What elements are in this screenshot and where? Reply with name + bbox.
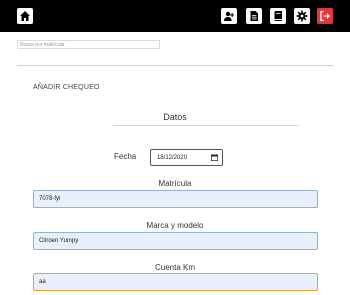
- calendar-icon[interactable]: [211, 154, 218, 161]
- gear-icon: [296, 10, 308, 22]
- matricula-label: Matrícula: [158, 179, 192, 188]
- marca-modelo-value: Citroen Yumpy: [39, 238, 79, 244]
- fecha-label: Fecha: [114, 152, 137, 161]
- matricula-value: 7078-fyl: [39, 196, 61, 202]
- marca-modelo-label: Marca y modelo: [146, 221, 204, 230]
- home-button[interactable]: [17, 8, 33, 24]
- fecha-date-input[interactable]: 18/12/2020: [150, 149, 223, 166]
- cuenta-km-input[interactable]: aa: [33, 273, 318, 291]
- home-icon: [20, 11, 30, 21]
- document-icon: [250, 11, 258, 21]
- top-navbar: [0, 0, 350, 32]
- settings-button[interactable]: [294, 8, 310, 24]
- search-input[interactable]: Busca por matrícula: [17, 40, 160, 49]
- logout-icon: [320, 10, 330, 22]
- cuenta-km-label: Cuenta Km: [154, 263, 196, 272]
- fecha-value: 18/12/2020: [157, 154, 188, 161]
- section-title: AÑADIR CHEQUEO: [33, 84, 100, 91]
- cuenta-km-value: aa: [39, 279, 46, 285]
- document-button[interactable]: [246, 8, 262, 24]
- heading-divider: [113, 125, 299, 126]
- add-user-button[interactable]: [221, 8, 237, 24]
- marca-modelo-input[interactable]: Citroen Yumpy: [33, 232, 318, 250]
- divider: [17, 65, 333, 66]
- book-button[interactable]: [270, 8, 286, 24]
- book-icon: [274, 11, 282, 21]
- logout-button[interactable]: [317, 8, 333, 24]
- add-user-icon: [224, 11, 235, 21]
- form-heading: Datos: [163, 112, 187, 122]
- matricula-input[interactable]: 7078-fyl: [33, 190, 318, 208]
